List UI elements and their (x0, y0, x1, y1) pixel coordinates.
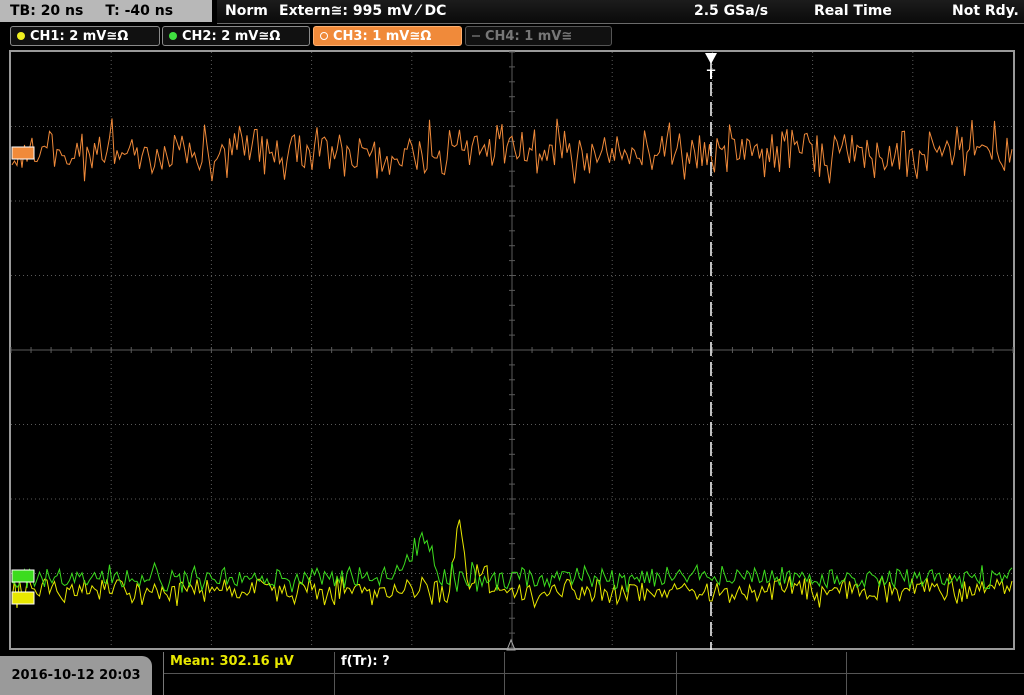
measurement-column-divider (504, 652, 505, 695)
measurement-bar: 2016-10-12 20:03 Mean: 302.16 µV f(Tr): … (0, 652, 1024, 695)
trigger-position-marker-icon[interactable] (705, 53, 717, 64)
measurement-table[interactable]: Mean: 302.16 µV f(Tr): ? (163, 652, 1024, 695)
date-time-text: 2016-10-12 20:03 (11, 668, 141, 683)
channel-2-offset-marker-icon[interactable] (11, 569, 35, 583)
channel-1-offset-marker-icon[interactable] (11, 591, 35, 605)
measurement-column-divider (334, 652, 335, 695)
measurement-divider (164, 673, 1024, 674)
trigger-marker-label: T (707, 66, 716, 82)
measurement-column-divider (676, 652, 677, 695)
channel-3-offset-marker-icon[interactable] (11, 146, 35, 160)
measurement-column-divider (846, 652, 847, 695)
waveform-display[interactable]: T (0, 0, 1024, 652)
date-time-display: 2016-10-12 20:03 (0, 656, 152, 695)
frequency-measurement: f(Tr): ? (341, 654, 390, 669)
mean-measurement: Mean: 302.16 µV (170, 654, 294, 669)
graticule (10, 51, 1014, 649)
